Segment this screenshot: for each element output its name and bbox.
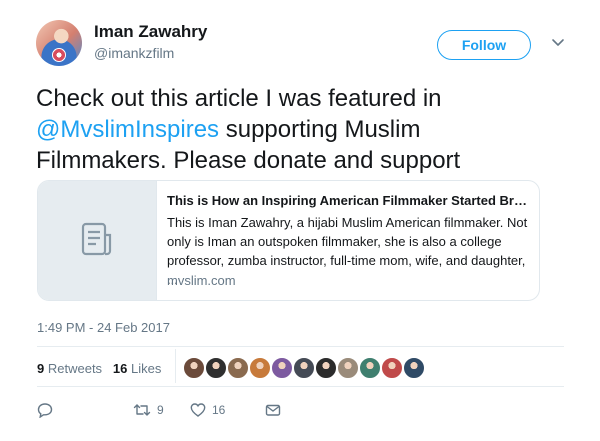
heart-icon — [190, 403, 206, 417]
tweet-text: Check out this article I was featured in… — [36, 83, 556, 176]
liker-avatar[interactable] — [337, 357, 359, 379]
reply-icon — [37, 403, 53, 418]
card-thumbnail — [38, 181, 157, 300]
retweets-stat[interactable]: 9 Retweets — [37, 361, 102, 376]
shirt-logo — [52, 48, 66, 62]
tweet-timestamp[interactable]: 1:49 PM - 24 Feb 2017 — [37, 320, 170, 335]
engagement-stats: 9 Retweets 16 Likes — [37, 361, 161, 376]
like-button[interactable]: 16 — [190, 402, 225, 418]
document-icon — [81, 222, 112, 256]
user-handle[interactable]: @imankzfilm — [94, 45, 174, 61]
display-name[interactable]: Iman Zawahry — [94, 22, 207, 42]
like-count: 16 — [212, 403, 226, 417]
profile-avatar[interactable] — [36, 20, 82, 66]
liker-avatar[interactable] — [249, 357, 271, 379]
liker-avatar[interactable] — [205, 357, 227, 379]
liker-avatar[interactable] — [381, 357, 403, 379]
liker-avatar[interactable] — [293, 357, 315, 379]
tweet-actions: 9 16 — [0, 402, 600, 422]
envelope-icon — [265, 404, 281, 416]
mention-link[interactable]: @MvslimInspires — [36, 116, 219, 143]
likes-stat[interactable]: 16 Likes — [113, 361, 161, 376]
divider — [175, 349, 176, 383]
retweet-icon — [133, 404, 151, 416]
follow-button[interactable]: Follow — [437, 30, 531, 60]
liker-avatar[interactable] — [183, 357, 205, 379]
tweet-text-line1: Check out this article I was featured in — [36, 85, 442, 112]
liker-avatar[interactable] — [359, 357, 381, 379]
reply-button[interactable] — [37, 402, 53, 418]
divider — [37, 346, 564, 347]
direct-message-button[interactable] — [265, 402, 281, 418]
card-domain: mvslim.com — [167, 273, 236, 288]
retweet-count: 9 — [157, 403, 164, 417]
liker-avatar[interactable] — [271, 357, 293, 379]
card-title: This is How an Inspiring American Filmma… — [167, 193, 529, 208]
link-preview-card[interactable]: This is How an Inspiring American Filmma… — [37, 180, 540, 301]
chevron-down-icon[interactable] — [550, 34, 566, 50]
liker-avatar[interactable] — [403, 357, 425, 379]
retweet-button[interactable]: 9 — [133, 402, 164, 418]
liker-avatar[interactable] — [315, 357, 337, 379]
divider — [37, 386, 564, 387]
liker-avatar[interactable] — [227, 357, 249, 379]
